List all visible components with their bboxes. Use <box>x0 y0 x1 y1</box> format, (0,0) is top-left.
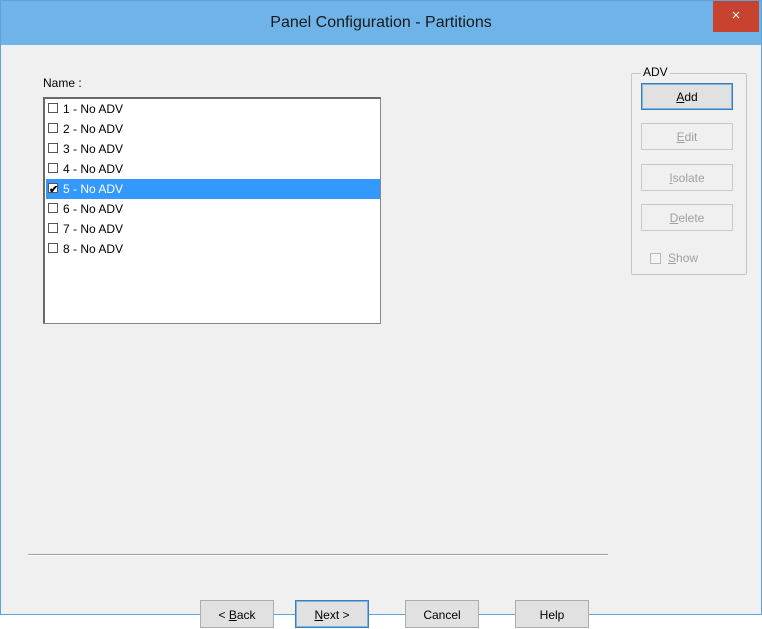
partition-checkbox[interactable] <box>48 123 58 133</box>
name-label: Name : <box>43 76 82 90</box>
help-button[interactable]: Help <box>515 600 589 628</box>
partition-checkbox[interactable] <box>48 223 58 233</box>
partition-checkbox[interactable]: ✔ <box>48 183 58 196</box>
partition-list-item[interactable]: 4 - No ADV <box>46 159 380 179</box>
partition-list-item[interactable]: 1 - No ADV <box>46 99 380 119</box>
isolate-button[interactable]: Isolate <box>641 164 733 191</box>
partition-list-item[interactable]: 7 - No ADV <box>46 219 380 239</box>
partition-label: 3 - No ADV <box>63 142 124 156</box>
cancel-button[interactable]: Cancel <box>405 600 479 628</box>
partition-label: 1 - No ADV <box>63 102 124 116</box>
close-icon[interactable]: × <box>713 1 759 32</box>
partition-list-item[interactable]: 3 - No ADV <box>46 139 380 159</box>
partition-label: 5 - No ADV <box>63 182 124 196</box>
dialog-content: Name : 1 - No ADV 2 - No ADV 3 - No ADV 4 -… <box>10 45 752 628</box>
partition-list-item[interactable]: ✔ 5 - No ADV <box>46 179 380 199</box>
partition-checkbox[interactable] <box>48 143 58 153</box>
next-button[interactable]: Next > <box>295 600 369 628</box>
partition-checkbox[interactable] <box>48 243 58 253</box>
window-title: Panel Configuration - Partitions <box>270 14 492 31</box>
partition-list-item[interactable]: 6 - No ADV <box>46 199 380 219</box>
footer-divider <box>28 554 608 556</box>
partition-list-item[interactable]: 2 - No ADV <box>46 119 380 139</box>
partition-list-item[interactable]: 8 - No ADV <box>46 239 380 259</box>
partition-label: 6 - No ADV <box>63 202 124 216</box>
partition-checkbox[interactable] <box>48 103 58 113</box>
add-button[interactable]: Add <box>641 83 733 110</box>
partition-label: 8 - No ADV <box>63 242 124 256</box>
title-bar[interactable]: Panel Configuration - Partitions <box>1 1 761 45</box>
show-checkbox-box[interactable] <box>650 253 661 264</box>
dialog-window: Panel Configuration - Partitions × Name … <box>0 0 762 628</box>
back-button[interactable]: < Back <box>200 600 274 628</box>
partition-list[interactable]: 1 - No ADV 2 - No ADV 3 - No ADV 4 - No ADV… <box>43 97 381 324</box>
adv-group-legend: ADV <box>641 65 670 79</box>
show-checkbox-label: Show <box>668 251 699 265</box>
partition-checkbox[interactable] <box>48 203 58 213</box>
partition-label: 7 - No ADV <box>63 222 124 236</box>
edit-button[interactable]: Edit <box>641 123 733 150</box>
delete-button[interactable]: Delete <box>641 204 733 231</box>
checkmark-icon: ✔ <box>49 184 59 196</box>
partition-label: 2 - No ADV <box>63 122 124 136</box>
partition-label: 4 - No ADV <box>63 162 124 176</box>
partition-checkbox[interactable] <box>48 163 58 173</box>
